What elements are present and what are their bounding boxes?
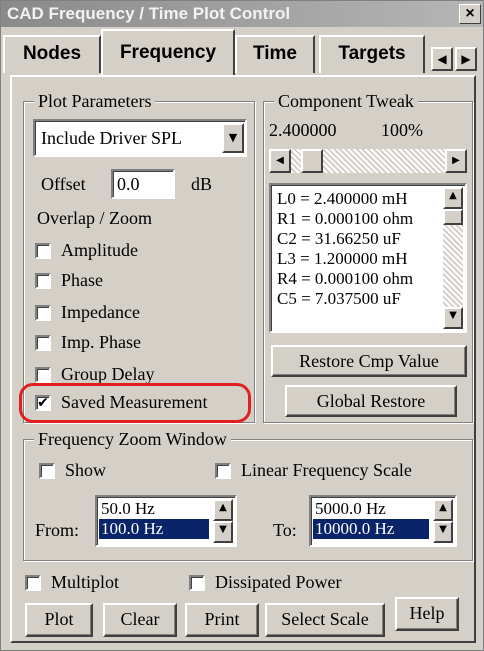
list-item[interactable]: C2 = 31.66250 uF	[275, 229, 465, 249]
slider-left-icon[interactable]: ◀	[269, 149, 291, 173]
from-label: From:	[35, 520, 80, 540]
to-label: To:	[273, 520, 297, 540]
amplitude-checkbox[interactable]	[35, 243, 51, 259]
slider-thumb[interactable]	[301, 149, 323, 173]
global-restore-button[interactable]: Global Restore	[285, 385, 457, 417]
tweak-value: 2.400000	[269, 120, 337, 140]
plot-parameters-title: Plot Parameters	[34, 90, 156, 112]
tab-scroll-left-icon[interactable]: ◀	[431, 47, 453, 71]
tab-nodes[interactable]: Nodes	[3, 35, 101, 73]
to-down-icon[interactable]: ▼	[433, 521, 453, 543]
scroll-thumb[interactable]	[443, 209, 463, 225]
title-bar: CAD Frequency / Time Plot Control ×	[1, 1, 483, 27]
help-button[interactable]: Help	[395, 597, 459, 631]
linear-frequency-label: Linear Frequency Scale	[241, 460, 412, 480]
amplitude-label: Amplitude	[61, 240, 138, 260]
phase-label: Phase	[61, 270, 103, 290]
multiplot-checkbox[interactable]	[25, 575, 41, 591]
overlap-zoom-label: Overlap / Zoom	[37, 208, 152, 228]
from-item-100-selected[interactable]: 100.0 Hz	[99, 519, 209, 539]
multiplot-label: Multiplot	[51, 572, 120, 592]
to-item-5000[interactable]: 5000.0 Hz	[313, 499, 429, 519]
show-zoom-checkbox[interactable]	[39, 463, 55, 479]
slider-right-icon[interactable]: ▶	[445, 149, 467, 173]
offset-label: Offset	[41, 174, 86, 194]
from-up-icon[interactable]: ▲	[213, 499, 233, 521]
impedance-checkbox[interactable]	[35, 305, 51, 321]
tab-strip: Nodes Frequency Time Targets ◀ ▶	[1, 29, 484, 77]
clear-button[interactable]: Clear	[103, 603, 177, 637]
close-icon[interactable]: ×	[459, 4, 481, 24]
tab-scroll-right-icon[interactable]: ▶	[455, 47, 477, 71]
window-title: CAD Frequency / Time Plot Control	[7, 4, 291, 23]
frequency-zoom-title: Frequency Zoom Window	[34, 428, 231, 450]
to-up-icon[interactable]: ▲	[433, 499, 453, 521]
to-item-10000-selected[interactable]: 10000.0 Hz	[313, 519, 429, 539]
offset-input[interactable]: 0.0	[111, 169, 175, 199]
tweak-percent: 100%	[381, 120, 423, 140]
plot-control-window: CAD Frequency / Time Plot Control × Node…	[0, 0, 484, 651]
chevron-down-icon[interactable]: ▼	[222, 123, 244, 153]
imp-phase-checkbox[interactable]	[35, 335, 51, 351]
show-zoom-label: Show	[65, 460, 107, 480]
linear-frequency-checkbox[interactable]	[215, 463, 231, 479]
tab-frequency[interactable]: Frequency	[101, 29, 235, 75]
scroll-up-icon[interactable]: ▲	[443, 187, 463, 209]
scroll-down-icon[interactable]: ▼	[443, 307, 463, 329]
tweak-slider[interactable]: ◀ ▶	[269, 149, 467, 173]
plot-mode-dropdown[interactable]: Include Driver SPL ▼	[33, 119, 247, 157]
offset-unit: dB	[191, 174, 213, 194]
tab-targets[interactable]: Targets	[319, 35, 425, 73]
restore-cmp-value-button[interactable]: Restore Cmp Value	[271, 345, 467, 377]
print-button[interactable]: Print	[185, 603, 259, 637]
group-delay-label: Group Delay	[61, 364, 155, 384]
group-delay-checkbox[interactable]	[35, 367, 51, 383]
from-item-50[interactable]: 50.0 Hz	[99, 499, 209, 519]
plot-button[interactable]: Plot	[25, 603, 93, 637]
offset-value: 0.0	[117, 174, 140, 194]
list-item[interactable]: R4 = 0.000100 ohm	[275, 269, 465, 289]
dissipated-power-checkbox[interactable]	[189, 575, 205, 591]
list-item[interactable]: L0 = 2.400000 mH	[275, 189, 465, 209]
list-item[interactable]: R1 = 0.000100 ohm	[275, 209, 465, 229]
saved-measurement-label: Saved Measurement	[61, 392, 208, 412]
list-item[interactable]: C5 = 7.037500 uF	[275, 289, 465, 309]
select-scale-button[interactable]: Select Scale	[265, 603, 385, 637]
saved-measurement-checkbox[interactable]: ✔	[35, 395, 51, 411]
tab-time[interactable]: Time	[235, 35, 315, 73]
component-tweak-title: Component Tweak	[274, 90, 418, 112]
imp-phase-label: Imp. Phase	[61, 332, 141, 352]
dissipated-power-label: Dissipated Power	[215, 572, 342, 592]
from-spin-list[interactable]: 50.0 Hz 100.0 Hz ▲ ▼	[95, 495, 237, 547]
list-item[interactable]: L3 = 1.200000 mH	[275, 249, 465, 269]
phase-checkbox[interactable]	[35, 273, 51, 289]
from-down-icon[interactable]: ▼	[213, 521, 233, 543]
plot-mode-value: Include Driver SPL	[41, 128, 182, 148]
list-scrollbar[interactable]: ▲ ▼	[443, 187, 463, 329]
impedance-label: Impedance	[61, 302, 140, 322]
component-listbox[interactable]: L0 = 2.400000 mH R1 = 0.000100 ohm C2 = …	[269, 183, 467, 333]
to-spin-list[interactable]: 5000.0 Hz 10000.0 Hz ▲ ▼	[309, 495, 457, 547]
